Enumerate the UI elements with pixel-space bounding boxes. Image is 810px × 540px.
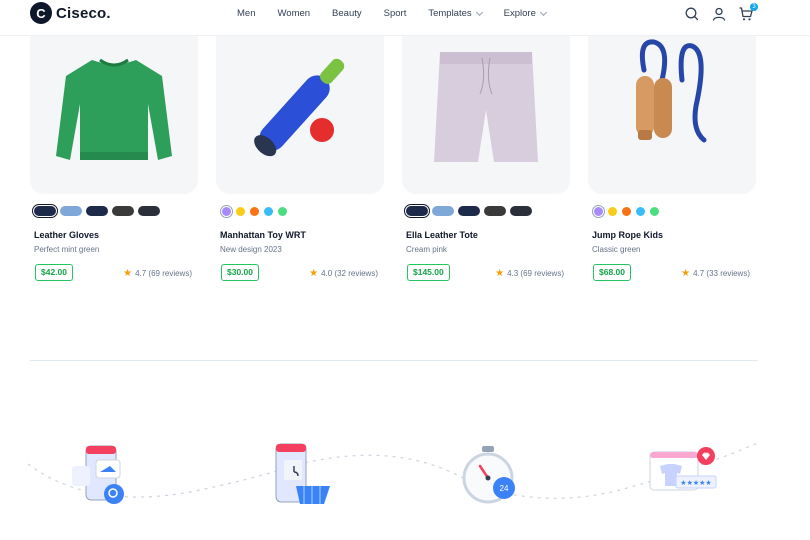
color-option[interactable] [636, 207, 645, 216]
nav-item-women[interactable]: Women [266, 8, 321, 19]
pattern-swatches [32, 204, 160, 218]
nav-label: Beauty [332, 8, 362, 19]
swatch-option[interactable] [112, 206, 134, 216]
swatch-option[interactable] [86, 206, 108, 216]
product-subtitle: Cream pink [406, 245, 447, 254]
product-price: $68.00 [593, 264, 631, 281]
swatch-option[interactable] [510, 206, 532, 216]
nav-label: Templates [428, 8, 472, 19]
swatch-option[interactable] [32, 204, 58, 218]
product-price: $30.00 [221, 264, 259, 281]
product-price: $42.00 [35, 264, 73, 281]
product-name[interactable]: Leather Gloves [34, 230, 99, 240]
color-option[interactable] [650, 207, 659, 216]
swatch-option[interactable] [60, 206, 82, 216]
product-rating: ★ 4.0 (32 reviews) [309, 268, 378, 279]
favorite-review-icon: ★★★★★ [649, 447, 717, 491]
logo-mark-icon: C [30, 2, 52, 24]
color-option[interactable] [236, 207, 245, 216]
star-icon: ★ [495, 268, 505, 279]
cart-icon[interactable]: 3 [738, 3, 758, 22]
star-icon: ★ [681, 268, 691, 279]
product-image[interactable] [402, 20, 570, 194]
nav-label: Sport [383, 8, 407, 19]
rating-text: 4.0 (32 reviews) [321, 269, 378, 278]
product-subtitle: Perfect mint green [34, 245, 100, 254]
step-shopping-search [66, 440, 146, 530]
product-price: $145.00 [407, 264, 450, 281]
step-favorite-review: ★★★★★ [644, 440, 724, 530]
logo[interactable]: C Ciseco. [30, 2, 111, 24]
rating-text: 4.7 (69 reviews) [135, 269, 192, 278]
nav-item-templates[interactable]: Templates [417, 8, 492, 19]
swatch-option[interactable] [138, 206, 160, 216]
color-swatches [592, 205, 659, 218]
color-swatches [220, 205, 287, 218]
step-timer: 24 [450, 440, 530, 530]
product-subtitle: Classic green [592, 245, 641, 254]
swatch-option[interactable] [458, 206, 480, 216]
nav-label: Women [277, 8, 311, 19]
product-image[interactable] [216, 20, 384, 194]
nav-label: Men [237, 8, 256, 19]
pattern-swatches [404, 204, 532, 218]
swatch-option[interactable] [404, 204, 430, 218]
product-rating: ★ 4.7 (69 reviews) [123, 268, 192, 279]
section-divider [30, 360, 758, 361]
chevron-down-icon [475, 8, 483, 16]
product-name[interactable]: Manhattan Toy WRT [220, 230, 306, 240]
main-nav: Men Women Beauty Sport Templates Explore [226, 8, 557, 19]
user-icon[interactable] [711, 6, 727, 22]
jump-rope-image [636, 39, 707, 143]
swatch-option[interactable] [484, 206, 506, 216]
shopping-search-icon [72, 445, 124, 504]
header-actions: 3 [684, 3, 758, 22]
nav-item-explore[interactable]: Explore [493, 8, 557, 19]
product-image[interactable] [30, 20, 198, 194]
product-name[interactable]: Jump Rope Kids [592, 230, 663, 240]
search-icon[interactable] [684, 6, 700, 22]
color-option[interactable] [264, 207, 273, 216]
toy-bat-image [254, 58, 345, 157]
cart-count-badge: 3 [750, 3, 758, 11]
steps-section: 24 ★★★★★ [0, 420, 810, 540]
logo-text: Ciseco. [56, 4, 111, 22]
nav-item-sport[interactable]: Sport [373, 8, 418, 19]
color-option[interactable] [278, 207, 287, 216]
nav-item-beauty[interactable]: Beauty [321, 8, 373, 19]
product-subtitle: New design 2023 [220, 245, 282, 254]
timer-24-icon: 24 [462, 446, 515, 504]
svg-text:★★★★★: ★★★★★ [680, 479, 711, 487]
step-cart-basket [258, 440, 338, 530]
color-option[interactable] [220, 205, 233, 218]
product-name[interactable]: Ella Leather Tote [406, 230, 478, 240]
product-rating: ★ 4.7 (33 reviews) [681, 268, 750, 279]
star-icon: ★ [123, 268, 133, 279]
cart-basket-icon [275, 443, 330, 504]
color-option[interactable] [608, 207, 617, 216]
color-option[interactable] [250, 207, 259, 216]
nav-label: Explore [503, 8, 536, 19]
rating-text: 4.3 (69 reviews) [507, 269, 564, 278]
star-icon: ★ [309, 268, 319, 279]
swatch-option[interactable] [432, 206, 454, 216]
product-rating: ★ 4.3 (69 reviews) [495, 268, 564, 279]
color-option[interactable] [592, 205, 605, 218]
site-header: C Ciseco. Men Women Beauty Sport Templat… [0, 0, 810, 36]
product-image[interactable] [588, 20, 756, 194]
rating-text: 4.7 (33 reviews) [693, 269, 750, 278]
shorts-image [434, 52, 538, 162]
sweater-image [56, 58, 172, 160]
svg-text:24: 24 [500, 484, 509, 493]
chevron-down-icon [539, 8, 547, 16]
color-option[interactable] [622, 207, 631, 216]
nav-item-men[interactable]: Men [226, 8, 266, 19]
